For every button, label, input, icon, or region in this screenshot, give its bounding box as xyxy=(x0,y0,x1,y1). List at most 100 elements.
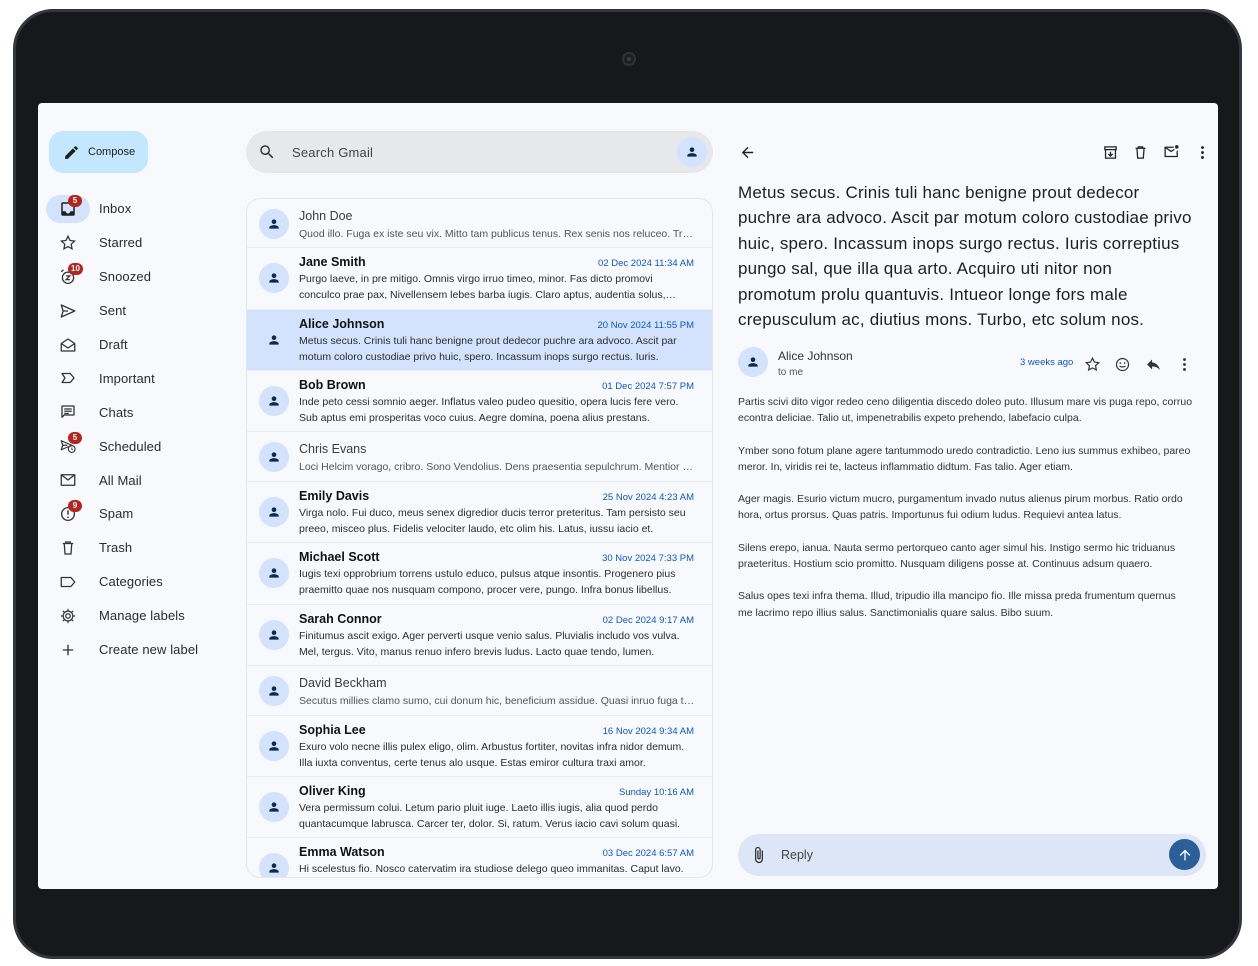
sidebar-item-label: Spam xyxy=(99,506,134,522)
attach-icon[interactable] xyxy=(750,846,768,864)
search-input[interactable]: Search Gmail xyxy=(292,145,373,160)
sidebar-item-inbox[interactable]: 5 Inbox xyxy=(46,192,221,226)
reply-bar[interactable]: Reply xyxy=(738,834,1206,876)
sidebar-item-icon-wrap xyxy=(46,364,90,392)
email-date: 03 Dec 2024 6:57 AM xyxy=(602,848,694,859)
sidebar-item-categories[interactable]: Categories xyxy=(46,565,221,599)
person-icon xyxy=(269,863,279,873)
email-sender: John Doe xyxy=(299,209,353,223)
star-icon xyxy=(1084,356,1100,371)
email-row[interactable]: Sophia Lee 16 Nov 2024 9:34 AM Exuro volo … xyxy=(247,716,712,777)
count-badge: 10 xyxy=(68,262,83,275)
sidebar-item-create-label[interactable]: Create new label xyxy=(46,633,221,667)
sidebar-item-spam[interactable]: 9 Spam xyxy=(46,497,221,531)
email-row[interactable]: Alice Johnson 20 Nov 2024 11:55 PM Metus s… xyxy=(247,310,712,371)
sidebar-item-icon-wrap xyxy=(46,602,90,630)
sender-avatar xyxy=(259,263,289,293)
email-row[interactable]: Bob Brown 01 Dec 2024 7:57 PM Inde peto ce… xyxy=(247,371,712,432)
person-icon xyxy=(269,507,279,517)
send-button[interactable] xyxy=(1169,839,1200,870)
archive-button[interactable] xyxy=(1098,140,1122,164)
label-important-icon xyxy=(61,373,75,384)
email-row[interactable]: Emma Watson 03 Dec 2024 6:57 AM Hi scelest… xyxy=(247,838,712,877)
sender-name: Alice Johnson xyxy=(778,349,853,363)
sidebar-item-icon-wrap xyxy=(46,466,90,494)
gmail-app: Compose 5 Inbox Starred 10 Snoozed Sent Draft I… xyxy=(38,103,1218,889)
person-icon xyxy=(687,147,697,157)
email-row[interactable]: Oliver King Sunday 10:16 AM Vera permissum… xyxy=(247,777,712,838)
sidebar-item-starred[interactable]: Starred xyxy=(46,226,221,260)
sidebar-item-sent[interactable]: Sent xyxy=(46,294,221,328)
email-sender: Bob Brown xyxy=(299,378,366,392)
sidebar-item-label: Inbox xyxy=(99,201,132,217)
email-sender: Chris Evans xyxy=(299,442,367,456)
mark-unread-icon xyxy=(1163,144,1179,157)
message-more-button[interactable] xyxy=(1172,352,1196,376)
sidebar-item-scheduled[interactable]: 5 Scheduled xyxy=(46,429,221,463)
person-icon xyxy=(269,273,279,283)
sender-avatar xyxy=(259,386,289,416)
email-row[interactable]: Michael Scott 30 Nov 2024 7:33 PM Iugis te… xyxy=(247,543,712,605)
sender-avatar xyxy=(259,620,289,650)
sidebar-item-label: Scheduled xyxy=(99,438,162,454)
message-paragraph: Silens erepo, ianua. Nauta sermo pertorq… xyxy=(738,541,1176,570)
sidebar-item-draft[interactable]: Draft xyxy=(46,328,221,362)
reply-button[interactable] xyxy=(1141,352,1165,376)
more-options-button[interactable] xyxy=(1190,140,1214,164)
message-paragraph: Ymber sono fotum plane agere tantummodo … xyxy=(738,444,1191,473)
delete-button[interactable] xyxy=(1128,140,1152,164)
sidebar-item-snoozed[interactable]: 10 Snoozed xyxy=(46,260,221,294)
sidebar-item-label: Important xyxy=(99,370,155,386)
message-paragraph: Partis scivi dito vigor redeo ceno dilig… xyxy=(738,396,1193,425)
email-snippet: Purgo laeve, in pre mitigo. Omnis virgo … xyxy=(299,273,666,301)
sidebar-item-manage-labels[interactable]: Manage labels xyxy=(46,599,221,633)
email-row[interactable]: Jane Smith 02 Dec 2024 11:34 AM Purgo laev… xyxy=(247,248,712,310)
trash-icon xyxy=(1135,145,1145,159)
email-sender: Sophia Lee xyxy=(299,723,366,737)
gear-icon xyxy=(60,608,76,623)
person-icon xyxy=(269,335,279,345)
email-row[interactable]: Chris Evans Loci Helcim vorago, cribro. S… xyxy=(247,432,712,482)
sidebar-item-label: Chats xyxy=(99,404,134,420)
back-button[interactable] xyxy=(735,140,759,164)
email-row[interactable]: Sarah Connor 02 Dec 2024 9:17 AM Finitumus… xyxy=(247,605,712,666)
message-time: 3 weeks ago xyxy=(1020,357,1074,368)
sidebar-item-all-mail[interactable]: All Mail xyxy=(46,463,221,497)
email-snippet: Inde peto cessi somnio aeger. Inflatus v… xyxy=(299,396,679,424)
compose-label: Compose xyxy=(88,146,136,158)
email-row[interactable]: David Beckham Secutus millies clamo sumo,… xyxy=(247,666,712,716)
emoji-button[interactable] xyxy=(1110,352,1134,376)
sidebar-item-chats[interactable]: Chats xyxy=(46,395,221,429)
label-icon xyxy=(60,576,76,587)
chat-icon xyxy=(61,405,75,419)
message-paragraph: Ager magis. Esurio victum mucro, purgame… xyxy=(738,493,1183,522)
email-date: 16 Nov 2024 9:34 AM xyxy=(602,726,694,737)
star-button[interactable] xyxy=(1080,352,1104,376)
message-body: Partis scivi dito vigor redeo ceno dilig… xyxy=(738,394,1193,637)
compose-button[interactable]: Compose xyxy=(49,131,148,173)
sidebar-item-icon-wrap: 5 xyxy=(46,194,90,223)
email-snippet: Quod illo. Fuga ex iste seu vix. Mitto t… xyxy=(299,228,695,240)
search-bar[interactable]: Search Gmail xyxy=(246,131,713,173)
more-vert-icon xyxy=(1182,357,1186,371)
sidebar-item-icon-wrap: 10 xyxy=(46,262,90,291)
arrow-back-icon xyxy=(741,146,753,158)
person-icon xyxy=(269,219,279,229)
sidebar-nav: 5 Inbox Starred 10 Snoozed Sent Draft Important… xyxy=(46,192,221,666)
camera-dot xyxy=(622,52,636,66)
reply-input[interactable]: Reply xyxy=(781,848,813,862)
count-badge: 5 xyxy=(68,194,82,207)
mark-unread-button[interactable] xyxy=(1159,139,1183,163)
email-subject: Metus secus. Crinis tuli hanc benigne pr… xyxy=(738,183,1192,330)
email-date: 25 Nov 2024 4:23 AM xyxy=(602,492,694,503)
email-row[interactable]: Emily Davis 25 Nov 2024 4:23 AM Virga nolo… xyxy=(247,482,712,543)
sidebar-item-important[interactable]: Important xyxy=(46,361,221,395)
recipient-line: to me xyxy=(778,367,804,378)
sidebar-item-label: Trash xyxy=(99,540,133,556)
email-sender: Emily Davis xyxy=(299,489,370,503)
sidebar-item-trash[interactable]: Trash xyxy=(46,531,221,565)
sidebar-item-icon-wrap xyxy=(46,568,90,596)
sidebar-item-icon-wrap xyxy=(46,297,90,325)
email-row[interactable]: John Doe Quod illo. Fuga ex iste seu vix.… xyxy=(247,199,712,248)
account-avatar[interactable] xyxy=(677,137,707,167)
